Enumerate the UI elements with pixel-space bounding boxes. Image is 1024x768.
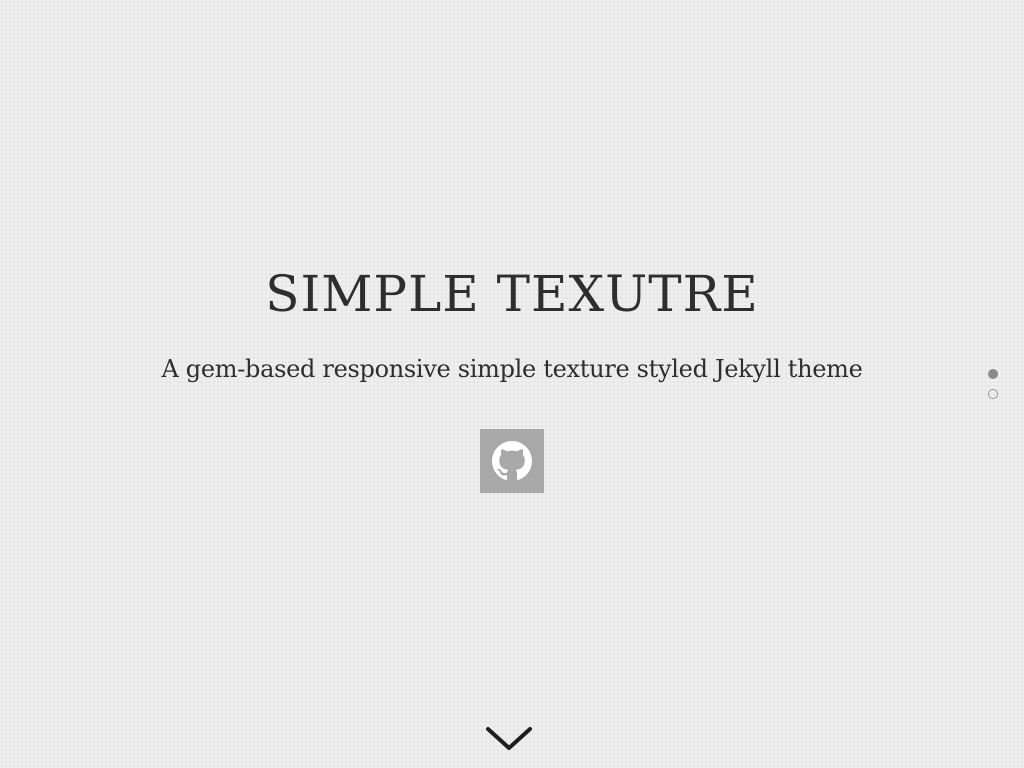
hero-section: SIMPLE TEXUTRE A gem-based responsive si… — [0, 0, 1024, 768]
pagination-dot-1[interactable] — [988, 369, 998, 379]
chevron-down-icon — [486, 727, 532, 750]
scroll-down-button[interactable] — [484, 724, 534, 754]
site-title: SIMPLE TEXUTRE — [265, 265, 759, 323]
section-pagination — [987, 368, 999, 402]
github-icon — [492, 441, 532, 481]
site-tagline: A gem-based responsive simple texture st… — [161, 355, 863, 383]
pagination-dot-2[interactable] — [988, 389, 998, 399]
github-link-button[interactable] — [480, 429, 544, 493]
